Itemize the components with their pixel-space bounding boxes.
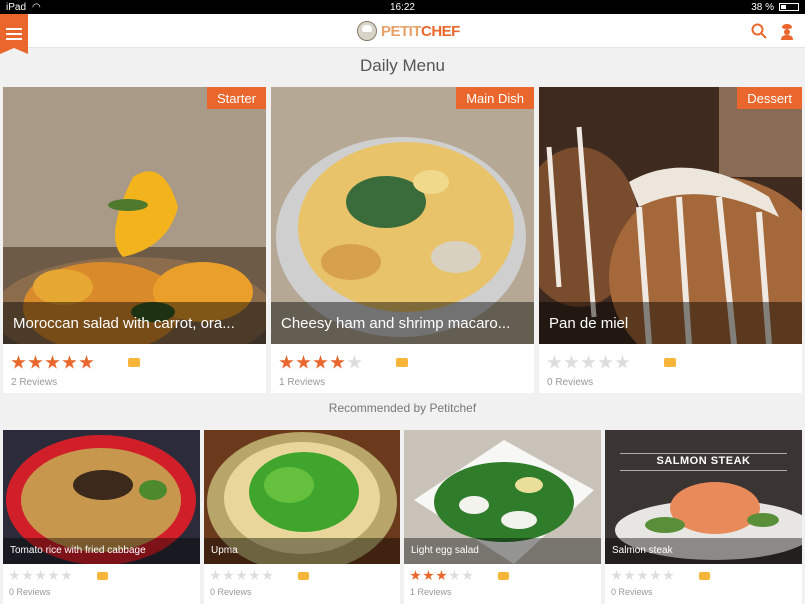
star-empty-icon <box>462 570 473 581</box>
star-empty-icon <box>236 570 247 581</box>
battery-icon <box>778 3 799 11</box>
recommended-item[interactable]: Light egg salad 1 Reviews <box>404 430 601 604</box>
category-tag: Main Dish <box>456 87 534 109</box>
menu-button[interactable] <box>0 14 28 54</box>
comment-icon[interactable] <box>396 358 408 367</box>
review-count: 0 Reviews <box>547 377 594 388</box>
category-tag: Dessert <box>737 87 802 109</box>
star-filled-icon <box>11 355 26 369</box>
category-tag: Starter <box>206 87 266 109</box>
star-empty-icon <box>223 570 234 581</box>
star-rating <box>11 355 94 370</box>
star-rating <box>547 355 630 370</box>
star-filled-icon <box>423 570 434 581</box>
daily-menu-title: Daily Menu <box>359 56 446 75</box>
star-empty-icon <box>564 355 579 369</box>
recommended-item[interactable]: Upma 0 Reviews <box>204 430 400 604</box>
star-filled-icon <box>296 355 311 369</box>
star-empty-icon <box>624 570 635 581</box>
star-empty-icon <box>615 355 630 369</box>
dish-name: Pan de miel <box>539 302 802 344</box>
battery-percent: 38 % <box>751 1 774 13</box>
chef-hat-icon <box>357 21 377 41</box>
logo-text-petit: PETIT <box>381 22 422 40</box>
star-empty-icon <box>611 570 622 581</box>
device-name: iPad <box>6 1 27 13</box>
daily-card-dessert[interactable]: Dessert Pan de miel 0 Reviews <box>539 87 802 393</box>
star-empty-icon <box>9 570 20 581</box>
star-empty-icon <box>637 570 648 581</box>
star-filled-icon <box>62 355 77 369</box>
recommended-item[interactable]: Tomato rice with fried cabbage 0 Reviews <box>3 430 200 604</box>
star-empty-icon <box>61 570 72 581</box>
app-bar: PETITCHEF <box>0 14 805 54</box>
star-filled-icon <box>313 355 328 369</box>
search-icon[interactable] <box>751 23 767 39</box>
status-bar: iPad ◠ 16:22 38 % <box>0 0 805 14</box>
star-filled-icon <box>330 355 345 369</box>
star-rating <box>210 570 273 581</box>
star-rating <box>279 355 362 370</box>
review-count: 0 Reviews <box>9 587 51 597</box>
star-empty-icon <box>581 355 596 369</box>
review-count: 1 Reviews <box>279 377 326 388</box>
comment-icon[interactable] <box>498 572 509 580</box>
comment-icon[interactable] <box>97 572 108 580</box>
star-filled-icon <box>79 355 94 369</box>
star-empty-icon <box>347 355 362 369</box>
comment-icon[interactable] <box>664 358 676 367</box>
review-count: 2 Reviews <box>11 377 58 388</box>
star-empty-icon <box>22 570 33 581</box>
star-rating <box>611 570 674 581</box>
salmon-steak-banner: SALMON STEAK <box>656 455 751 467</box>
review-count: 0 Reviews <box>611 587 653 597</box>
star-filled-icon <box>410 570 421 581</box>
star-rating <box>9 570 72 581</box>
app-logo[interactable]: PETITCHEF <box>357 21 460 41</box>
star-empty-icon <box>48 570 59 581</box>
star-empty-icon <box>598 355 613 369</box>
star-empty-icon <box>547 355 562 369</box>
wifi-icon: ◠ <box>32 1 41 13</box>
star-filled-icon <box>279 355 294 369</box>
dish-name: Light egg salad <box>404 538 601 564</box>
hamburger-icon <box>6 28 22 30</box>
recommended-title: Recommended by Petitchef <box>328 401 477 415</box>
star-empty-icon <box>650 570 661 581</box>
logo-text-chef: CHEF <box>421 22 460 40</box>
clock: 16:22 <box>389 1 415 13</box>
comment-icon[interactable] <box>699 572 710 580</box>
hamburger-line <box>6 33 22 35</box>
comment-icon[interactable] <box>298 572 309 580</box>
star-empty-icon <box>449 570 460 581</box>
dish-name: Cheesy ham and shrimp macaro... <box>271 302 534 344</box>
star-empty-icon <box>262 570 273 581</box>
comment-icon[interactable] <box>128 358 140 367</box>
star-empty-icon <box>663 570 674 581</box>
dish-name: Upma <box>204 538 400 564</box>
review-count: 0 Reviews <box>210 587 252 597</box>
star-empty-icon <box>210 570 221 581</box>
daily-card-main-dish[interactable]: Main Dish Cheesy ham and shrimp macaro..… <box>271 87 534 393</box>
dish-name: Tomato rice with fried cabbage <box>3 538 200 564</box>
review-count: 1 Reviews <box>410 587 452 597</box>
chef-account-icon[interactable] <box>779 23 795 40</box>
star-filled-icon <box>436 570 447 581</box>
recommended-item[interactable]: SALMON STEAK Salmon steak 0 Reviews <box>605 430 802 604</box>
star-empty-icon <box>35 570 46 581</box>
hamburger-line <box>6 38 22 40</box>
star-filled-icon <box>28 355 43 369</box>
dish-name: Moroccan salad with carrot, ora... <box>3 302 266 344</box>
dish-name: Salmon steak <box>605 538 802 564</box>
star-filled-icon <box>45 355 60 369</box>
star-rating <box>410 570 473 581</box>
daily-card-starter[interactable]: Starter Moroccan salad with carrot, ora.… <box>3 87 266 393</box>
star-empty-icon <box>249 570 260 581</box>
